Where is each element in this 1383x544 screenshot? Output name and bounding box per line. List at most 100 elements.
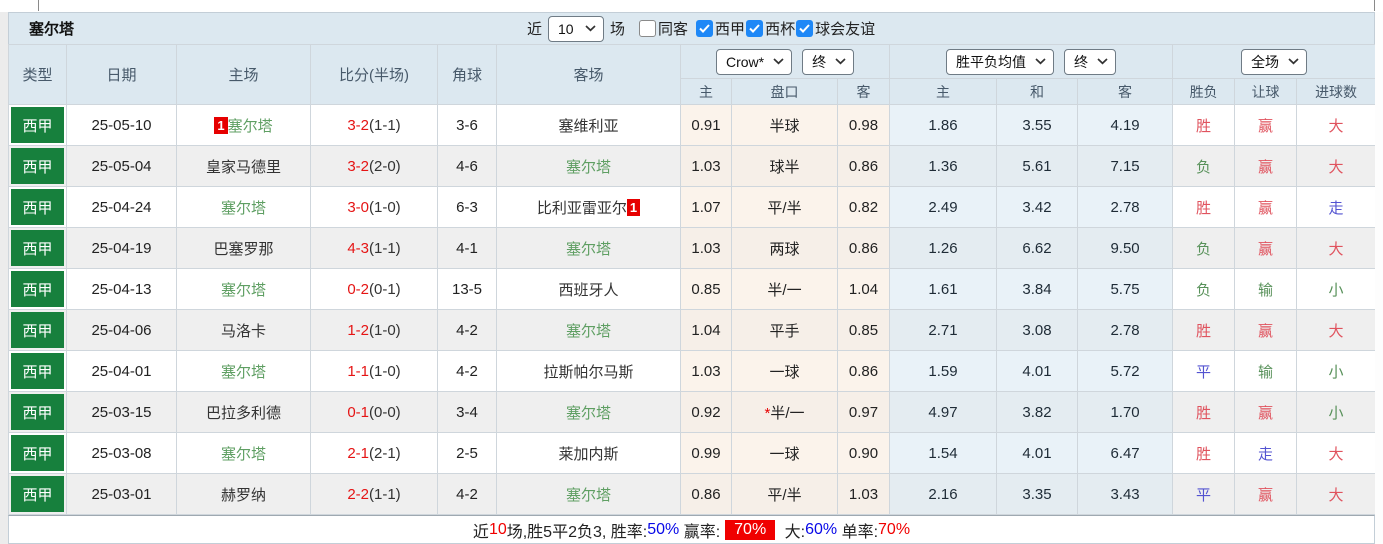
away-team-name[interactable]: 西班牙人 — [558, 282, 618, 299]
bookmaker-select-value: Crow* — [725, 53, 765, 70]
subcol-odds-away: 客 — [1077, 78, 1174, 105]
match-row: 西甲 25-04-06 马洛卡 1-2(1-0) 4-2 塞尔塔 1.04 平手 0.85 2.7… — [8, 309, 1377, 351]
match-date: 25-04-06 — [66, 309, 177, 351]
home-team-name[interactable]: 马洛卡 — [221, 323, 266, 340]
result-goals: 小 — [1296, 391, 1377, 433]
result-goals: 大 — [1296, 227, 1377, 269]
home-team-name[interactable]: 巴塞罗那 — [213, 241, 273, 258]
chevron-down-icon — [1288, 58, 1299, 65]
league-type-cell: 西甲 — [8, 227, 67, 269]
filter-friendly-checkbox[interactable] — [796, 20, 814, 37]
score-cell: 3-2(2-0) — [310, 145, 438, 187]
fulltime-score: 2-2 — [347, 485, 369, 503]
home-team-name[interactable]: 赫罗纳 — [221, 487, 266, 504]
handicap-away-odds: 0.86 — [836, 350, 891, 392]
filter-copa-label[interactable]: 西杯 — [765, 18, 795, 39]
subcol-odds-draw: 和 — [996, 78, 1079, 105]
rank-badge: 1 — [214, 116, 228, 134]
bookmaker-select[interactable]: Crow* — [715, 48, 793, 75]
match-row: 西甲 25-05-10 1 塞尔塔 3-2(1-1) 3-6 塞维利亚 0.91 半球 0.98 1… — [8, 104, 1377, 146]
same-venue-label[interactable]: 同客 — [658, 18, 688, 39]
handicap-away-odds: 0.97 — [836, 391, 891, 433]
handicap-home-odds: 0.92 — [680, 391, 732, 433]
result-winlose: 负 — [1172, 268, 1236, 310]
away-team-name[interactable]: 塞尔塔 — [566, 323, 611, 340]
odds-average-select[interactable]: 胜平负均值 — [946, 48, 1055, 75]
away-team-name[interactable]: 塞尔塔 — [566, 241, 611, 258]
handicap-line: *半/一 — [731, 391, 838, 433]
home-team-name[interactable]: 塞尔塔 — [228, 118, 273, 135]
away-team-name[interactable]: 塞维利亚 — [558, 118, 618, 135]
odds-draw: 3.42 — [996, 186, 1079, 228]
handicap-time-select[interactable]: 终 — [802, 48, 855, 75]
same-venue-checkbox[interactable] — [639, 20, 657, 37]
away-team-name[interactable]: 拉斯帕尔马斯 — [543, 364, 633, 381]
filter-friendly-label[interactable]: 球会友谊 — [815, 18, 875, 39]
odds-draw: 3.08 — [996, 309, 1079, 351]
period-select[interactable]: 全场 — [1241, 48, 1308, 75]
match-row: 西甲 25-04-19 巴塞罗那 4-3(1-1) 4-1 塞尔塔 1.03 两球 0.86 1.… — [8, 227, 1377, 269]
recent-count-select[interactable]: 10 — [548, 15, 605, 42]
col-header-away: 客场 — [496, 44, 681, 105]
handicap-home-odds: 0.85 — [680, 268, 732, 310]
match-row: 西甲 25-03-15 巴拉多利德 0-1(0-0) 3-4 塞尔塔 0.92 *半/一 0.9… — [8, 391, 1377, 433]
result-goals: 走 — [1296, 186, 1377, 228]
home-team-name[interactable]: 皇家马德里 — [206, 159, 281, 176]
match-date: 25-04-01 — [66, 350, 177, 392]
handicap-away-odds: 0.90 — [836, 432, 891, 474]
away-team-cell: 西班牙人 — [496, 268, 681, 310]
filter-laliga-checkbox[interactable] — [696, 20, 714, 37]
odds-draw: 4.01 — [996, 432, 1079, 474]
summary-bar: 近 10 场,胜5平2负3, 胜率: 50% 赢率: 70% 大: 60% 单率… — [8, 515, 1375, 544]
league-type-cell: 西甲 — [8, 350, 67, 392]
league-type-cell: 西甲 — [8, 145, 67, 187]
match-row: 西甲 25-04-13 塞尔塔 0-2(0-1) 13-5 西班牙人 0.85 半/一 1.04… — [8, 268, 1377, 310]
odds-draw: 3.82 — [996, 391, 1079, 433]
chevron-down-icon — [1097, 58, 1108, 65]
away-team-name[interactable]: 莱加内斯 — [558, 446, 618, 463]
league-badge: 西甲 — [11, 353, 64, 389]
col-header-score: 比分(半场) — [310, 44, 438, 105]
result-goals: 大 — [1296, 309, 1377, 351]
summary-text: 赢率: — [679, 523, 721, 541]
away-team-cell: 比利亚雷亚尔 1 — [496, 186, 681, 228]
away-team-cell: 塞维利亚 — [496, 104, 681, 146]
result-handicap: 赢 — [1234, 104, 1298, 146]
halftime-score: (1-0) — [369, 198, 401, 216]
summary-single-rate: 70% — [878, 520, 911, 538]
away-team-name[interactable]: 塞尔塔 — [566, 405, 611, 422]
checkmark-icon — [749, 24, 760, 33]
league-type-cell: 西甲 — [8, 391, 67, 433]
home-team-name[interactable]: 塞尔塔 — [221, 200, 266, 217]
corners-cell: 4-6 — [437, 145, 497, 187]
handicap-home-odds: 0.99 — [680, 432, 732, 474]
away-team-name[interactable]: 塞尔塔 — [566, 159, 611, 176]
odds-time-select[interactable]: 终 — [1064, 48, 1117, 75]
odds-draw: 3.55 — [996, 104, 1079, 146]
away-team-name[interactable]: 比利亚雷亚尔 — [537, 200, 627, 217]
chevron-down-icon — [773, 58, 784, 65]
home-team-name[interactable]: 巴拉多利德 — [206, 405, 281, 422]
handicap-away-odds: 0.86 — [836, 145, 891, 187]
fulltime-score: 4-3 — [347, 239, 369, 257]
odds-draw: 6.62 — [996, 227, 1079, 269]
filter-laliga-label[interactable]: 西甲 — [715, 18, 745, 39]
corners-cell: 4-2 — [437, 350, 497, 392]
away-team-name[interactable]: 塞尔塔 — [566, 487, 611, 504]
home-team-name[interactable]: 塞尔塔 — [221, 446, 266, 463]
handicap-home-odds: 1.07 — [680, 186, 732, 228]
fulltime-score: 3-0 — [347, 198, 369, 216]
odds-away: 3.43 — [1077, 473, 1174, 515]
halftime-score: (0-0) — [369, 403, 401, 421]
handicap-away-odds: 0.98 — [836, 104, 891, 146]
home-team-cell: 赫罗纳 — [176, 473, 311, 515]
filter-copa-checkbox[interactable] — [746, 20, 764, 37]
home-team-name[interactable]: 塞尔塔 — [221, 364, 266, 381]
home-team-name[interactable]: 塞尔塔 — [221, 282, 266, 299]
result-winlose: 负 — [1172, 145, 1236, 187]
left-gutter — [0, 12, 8, 544]
match-date: 25-04-13 — [66, 268, 177, 310]
home-team-cell: 塞尔塔 — [176, 432, 311, 474]
handicap-line: 平/半 — [731, 473, 838, 515]
page-title: 塞尔塔 — [29, 21, 75, 38]
